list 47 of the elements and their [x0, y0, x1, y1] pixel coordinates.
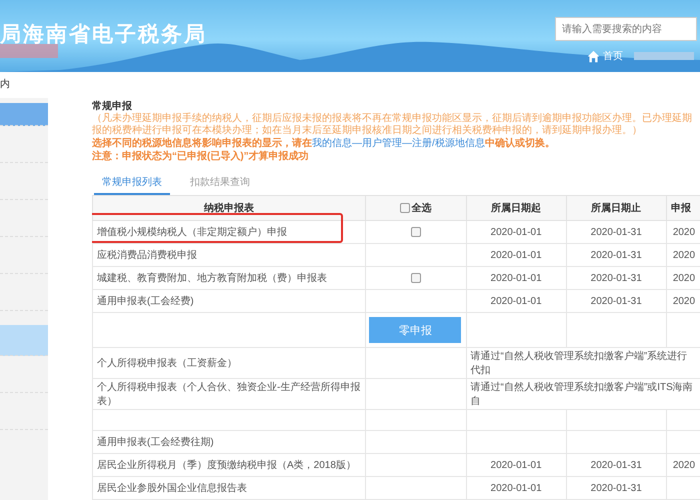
table-cell: 2020-01-31 [566, 244, 666, 266]
table-cell: 个人所得税申报表（个人合伙、独资企业-生产经营所得申报表） [92, 378, 366, 410]
notice-text: 选择不同的税源地信息将影响申报表的显示，请在我的信息—用户管理—注册/税源地信息中确认或切换。 [92, 137, 556, 150]
column-header: 所属日期止 [566, 196, 666, 220]
checkbox[interactable] [400, 202, 410, 212]
table-cell: 2020-01-01 [466, 454, 566, 476]
redacted-block [0, 44, 58, 58]
site-title: 局海南省电子税务局 [0, 22, 207, 48]
checkbox[interactable] [410, 226, 421, 237]
table-cell: 城建税、教育费附加、地方教育附加税（费）申报表 [92, 266, 366, 290]
warning-text: 注意：申报状态为“已申报(已导入)”才算申报成功 [92, 150, 310, 163]
table-cell: 2020-01-31 [566, 266, 666, 290]
table-cell: 2020-01-01 [466, 476, 566, 500]
table-cell: 2020-01-31 [566, 476, 666, 500]
table-cell: 应税消费品消费税申报 [92, 244, 366, 266]
section-title: 常规申报 [92, 100, 133, 112]
table-cell: 通用申报表(工会经费) [92, 290, 366, 312]
search-field[interactable]: 请输入需要搜索的内容 [555, 17, 697, 41]
table-cell: 2020-01-01 [466, 290, 566, 312]
home-link[interactable]: 首页 [603, 49, 623, 63]
column-header: 全选 [411, 202, 432, 214]
tab[interactable]: 扣款结果查询 [182, 173, 258, 195]
table-cell: 通用申报表(工会经费往期) [92, 430, 366, 454]
sidebar-item[interactable] [0, 325, 48, 356]
table-cell: 2020-01-01 [466, 266, 566, 290]
table-cell: 个人所得税申报表（工资薪金） [92, 348, 366, 378]
settings-link[interactable]: 我的信息—用户管理—注册/税源地信息 [312, 138, 485, 149]
column-header: 申报 [666, 196, 700, 220]
table-cell: 2020-01-31 [566, 454, 666, 476]
column-header: 纳税申报表 [92, 196, 366, 220]
notice-text: 报的税费种进行申报可在本模块办理；如在当月末后至延期申报核准日期之间进行相关税费种申报的，请到延期申报办理。） [92, 125, 643, 137]
zero-report-button[interactable]: 零申报 [369, 317, 462, 343]
table-cell-text: 请通过“自然人税收管理系统扣缴客户端”系统进行代扣 [470, 350, 688, 377]
checkbox[interactable] [410, 272, 421, 283]
breadcrumb: 内 [0, 78, 11, 92]
notice-text: （凡未办理延期申报手续的纳税人，征期后应报未报的报表将不再在常规申报功能区显示，征期后请到逾期申报功能区办理。已办理延期 [92, 113, 693, 124]
sidebar-item[interactable] [0, 103, 48, 126]
table-cell: 居民企业所得税月（季）度预缴纳税申报（A类，2018版） [92, 454, 366, 476]
table-cell: 2020-01-31 [566, 220, 666, 244]
column-header: 所属日期起 [466, 196, 566, 220]
table-cell: 2020-01-01 [466, 244, 566, 266]
table-cell: 2020-01-31 [566, 290, 666, 312]
table-cell: 居民企业参股外国企业信息报告表 [92, 476, 366, 500]
table-cell: 2020-01-01 [466, 220, 566, 244]
table-cell-text: 请通过“自然人税收管理系统扣缴客户端”或ITS海南自 [470, 380, 694, 408]
redacted-block [634, 52, 694, 60]
home-icon [587, 50, 600, 62]
